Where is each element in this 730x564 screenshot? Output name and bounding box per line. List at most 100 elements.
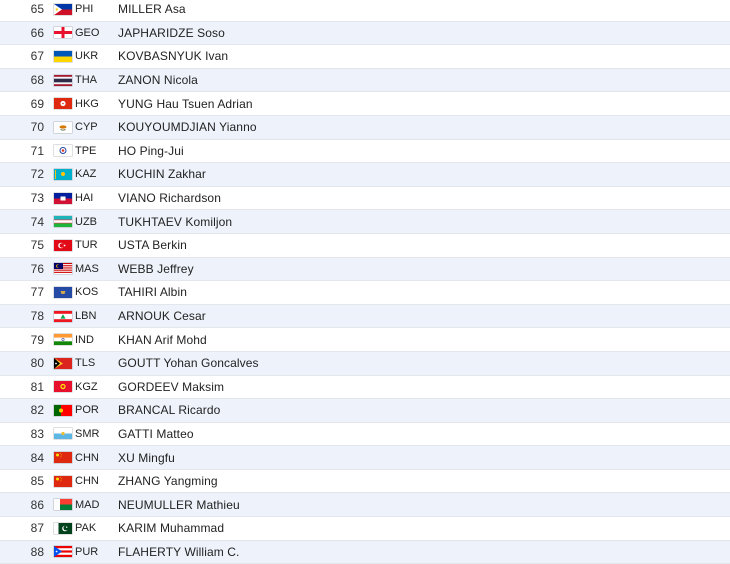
hong-kong-flag-icon <box>54 98 72 110</box>
country-code: MAS <box>75 262 99 275</box>
table-row: 69 HKG YUNG Hau Tsuen Adrian <box>0 92 730 116</box>
china-flag-icon <box>54 452 72 464</box>
athlete-name: WEBB Jeffrey <box>118 261 194 276</box>
table-row: 87 PAK KARIM Muhammad <box>0 517 730 541</box>
malaysia-flag-icon <box>54 263 72 275</box>
country-code: MAD <box>75 498 100 511</box>
georgia-flag-icon <box>54 27 72 39</box>
uzbekistan-flag-icon <box>54 216 72 228</box>
country-code: THA <box>75 74 97 87</box>
rank-cell: 74 <box>30 214 44 229</box>
table-row: 86 MAD NEUMULLER Mathieu <box>0 493 730 518</box>
table-row: 80 TLS GOUTT Yohan Goncalves <box>0 351 730 376</box>
kazakhstan-flag-icon <box>54 168 72 180</box>
country-code: HAI <box>75 192 94 205</box>
table-row: 75 TUR USTA Berkin <box>0 234 730 258</box>
rank-cell: 77 <box>30 285 44 300</box>
madagascar-flag-icon <box>54 499 72 511</box>
rank-cell: 80 <box>30 356 44 371</box>
philippines-flag-icon <box>54 3 72 15</box>
rank-cell: 85 <box>30 474 44 489</box>
athlete-name: FLAHERTY William C. <box>118 544 240 559</box>
table-row: 71 TPE HO Ping-Jui <box>0 140 730 164</box>
india-flag-icon <box>54 334 72 346</box>
table-row: 77 KOS TAHIRI Albin <box>0 281 730 305</box>
country-code: KOS <box>75 286 99 299</box>
rank-cell: 79 <box>30 332 44 347</box>
country-code: CHN <box>75 475 99 488</box>
athlete-name: MILLER Asa <box>118 2 186 17</box>
country-code: KGZ <box>75 380 98 393</box>
country-code: CHN <box>75 451 99 464</box>
kyrgyzstan-flag-icon <box>54 381 72 393</box>
timor-leste-flag-icon <box>54 357 72 369</box>
rank-cell: 84 <box>30 450 44 465</box>
rank-cell: 78 <box>30 309 44 324</box>
country-code: CYP <box>75 121 98 134</box>
athlete-name: KARIM Muhammad <box>118 521 225 536</box>
rank-cell: 76 <box>30 261 44 276</box>
puerto-rico-flag-icon <box>54 546 72 558</box>
country-code: UKR <box>75 50 99 63</box>
country-code: PAK <box>75 522 97 535</box>
country-code: HKG <box>75 97 99 110</box>
rank-cell: 72 <box>30 167 44 182</box>
country-code: PUR <box>75 545 99 558</box>
country-code: GEO <box>75 26 100 39</box>
country-code: KAZ <box>75 168 97 181</box>
country-code: IND <box>75 333 94 346</box>
country-code: TUR <box>75 239 98 252</box>
country-code: PHI <box>75 3 94 16</box>
table-row: 65 PHI MILLER Asa <box>0 0 730 22</box>
athlete-name: TUKHTAEV Komiljon <box>118 214 233 229</box>
table-row: 74 UZB TUKHTAEV Komiljon <box>0 210 730 234</box>
ukraine-flag-icon <box>54 50 72 62</box>
athlete-name: ZHANG Yangming <box>118 474 218 489</box>
san-marino-flag-icon <box>54 428 72 440</box>
portugal-flag-icon <box>54 404 72 416</box>
rank-cell: 75 <box>30 238 44 253</box>
athlete-name: KOVBASNYUK Ivan <box>118 49 229 64</box>
table-row: 85 CHN ZHANG Yangming <box>0 470 730 494</box>
athlete-name: GORDEEV Maksim <box>118 379 225 394</box>
rank-cell: 86 <box>30 497 44 512</box>
rank-cell: 71 <box>30 143 44 158</box>
turkey-flag-icon <box>54 239 72 251</box>
rank-cell: 87 <box>30 521 44 536</box>
rank-cell: 81 <box>30 379 44 394</box>
rank-cell: 82 <box>30 403 44 418</box>
table-row: 84 CHN XU Mingfu <box>0 446 730 470</box>
athlete-name: KUCHIN Zakhar <box>118 167 206 182</box>
athlete-name: XU Mingfu <box>118 450 175 465</box>
athlete-name: JAPHARIDZE Soso <box>118 25 225 40</box>
rank-cell: 66 <box>30 25 44 40</box>
table-row: 83 SMR GATTI Matteo <box>0 423 730 447</box>
table-row: 72 KAZ KUCHIN Zakhar <box>0 163 730 187</box>
pakistan-flag-icon <box>54 522 72 534</box>
table-row: 73 HAI VIANO Richardson <box>0 187 730 211</box>
cyprus-flag-icon <box>54 121 72 133</box>
kosovo-flag-icon <box>54 286 72 298</box>
china-flag-icon <box>54 475 72 487</box>
thailand-flag-icon <box>54 74 72 86</box>
rank-cell: 70 <box>30 120 44 135</box>
table-row: 88 PUR FLAHERTY William C. <box>0 540 730 564</box>
table-row: 66 GEO JAPHARIDZE Soso <box>0 21 730 46</box>
country-code: TLS <box>75 357 96 370</box>
rank-cell: 68 <box>30 73 44 88</box>
table-row: 76 MAS WEBB Jeffrey <box>0 257 730 282</box>
table-row: 81 KGZ GORDEEV Maksim <box>0 376 730 400</box>
country-code: LBN <box>75 310 97 323</box>
table-row: 79 IND KHAN Arif Mohd <box>0 328 730 352</box>
country-code: SMR <box>75 427 100 440</box>
athlete-name: BRANCAL Ricardo <box>118 403 221 418</box>
athlete-name: HO Ping-Jui <box>118 143 184 158</box>
table-row: 67 UKR KOVBASNYUK Ivan <box>0 45 730 69</box>
athlete-name: KOUYOUMDJIAN Yianno <box>118 120 257 135</box>
country-code: TPE <box>75 144 97 157</box>
rank-cell: 69 <box>30 96 44 111</box>
rank-cell: 73 <box>30 191 44 206</box>
chinese-taipei-flag-icon <box>54 145 72 157</box>
rank-cell: 88 <box>30 544 44 559</box>
athlete-name: GATTI Matteo <box>118 426 194 441</box>
